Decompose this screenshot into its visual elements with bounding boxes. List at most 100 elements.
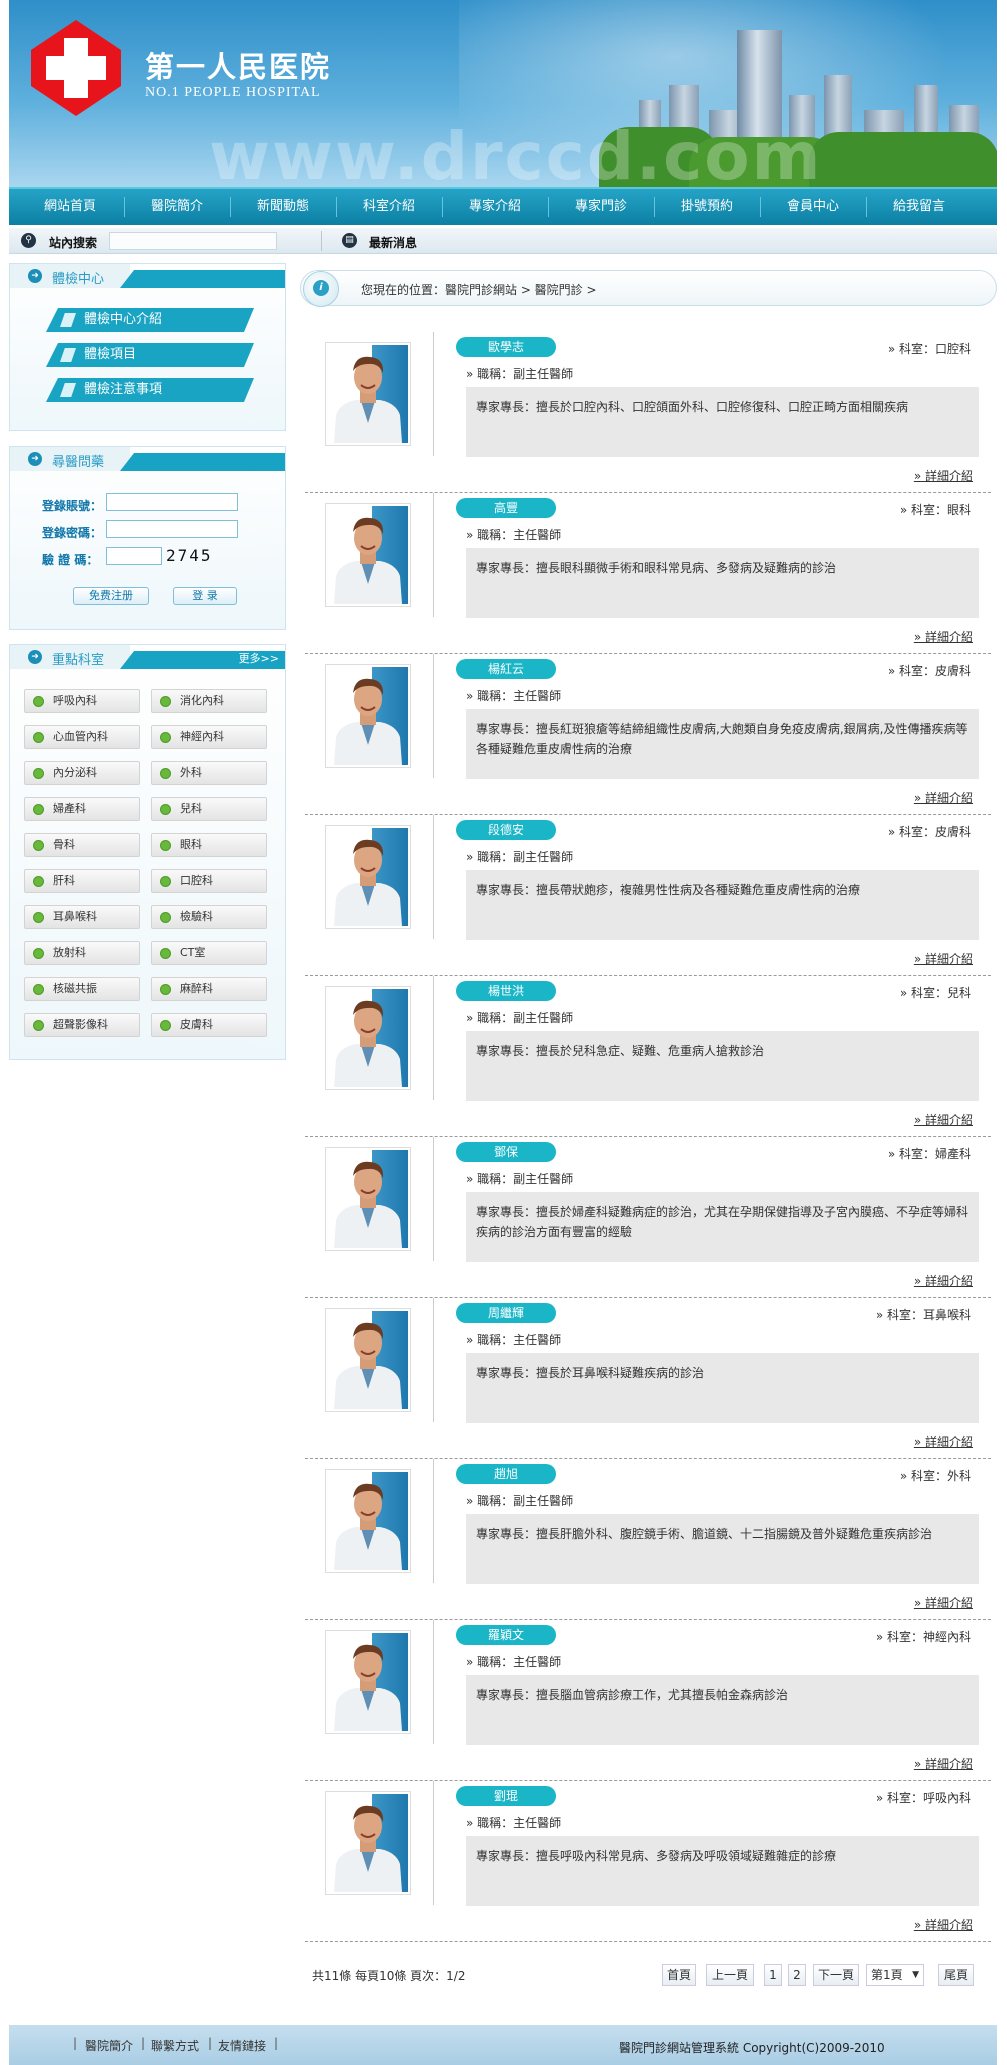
- header-banner: 第一人民医院 NO.1 PEOPLE HOSPITAL www.drccd.co…: [9, 0, 997, 187]
- divider: [321, 231, 322, 251]
- nav-message[interactable]: 給我留言: [866, 189, 972, 225]
- expert-specialty: 專家專長：擅長呼吸內科常見病、多發病及呼吸領域疑難雜症的診療: [466, 1836, 979, 1906]
- dept-button[interactable]: 兒科: [151, 797, 267, 821]
- nav-home[interactable]: 網站首頁: [17, 189, 123, 225]
- details-link[interactable]: » 詳細介紹: [914, 1594, 973, 1611]
- details-link[interactable]: » 詳細介紹: [914, 950, 973, 967]
- hospital-cross-logo: [31, 20, 121, 116]
- dept-button[interactable]: 骨科: [24, 833, 140, 857]
- footer-link-about[interactable]: 醫院簡介: [85, 2037, 133, 2054]
- dept-button[interactable]: 呼吸內科: [24, 689, 140, 713]
- dept-button[interactable]: 核磁共振: [24, 977, 140, 1001]
- details-link[interactable]: » 詳細介紹: [914, 1755, 973, 1772]
- details-link[interactable]: » 詳細介紹: [914, 1433, 973, 1450]
- search-input[interactable]: [109, 232, 277, 250]
- dept-button[interactable]: 肝科: [24, 869, 140, 893]
- dept-label: 兒科: [180, 802, 202, 815]
- expert-item: 鄧保 » 科室：婦產科 » 職稱：副主任醫師 專家專長：擅長於婦產科疑難病症的診…: [305, 1137, 991, 1298]
- details-link[interactable]: » 詳細介紹: [914, 628, 973, 645]
- expert-specialty: 專家專長：擅長肝膽外科、腹腔鏡手術、膽道鏡、十二指腸鏡及普外疑難危重疾病診治: [466, 1514, 979, 1584]
- breadcrumb: i 您現在的位置：醫院門診網站 > 醫院門診 >: [300, 270, 997, 307]
- expert-name[interactable]: 歐學志: [456, 337, 556, 357]
- expert-name[interactable]: 段德安: [456, 820, 556, 840]
- expert-department: » 科室：耳鼻喉科: [875, 1308, 971, 1322]
- last-page-button[interactable]: 尾頁: [938, 1964, 974, 1986]
- expert-name[interactable]: 楊世洪: [456, 981, 556, 1001]
- dept-button[interactable]: 神經內科: [151, 725, 267, 749]
- divider: [433, 332, 434, 456]
- doctor-photo: [325, 1469, 411, 1573]
- dept-button[interactable]: 消化內科: [151, 689, 267, 713]
- dept-button[interactable]: 外科: [151, 761, 267, 785]
- nav-experts[interactable]: 專家介紹: [442, 189, 548, 225]
- exam-items-link[interactable]: 體檢項目: [46, 343, 254, 367]
- page-1-button[interactable]: 1: [764, 1964, 782, 1986]
- password-input[interactable]: [106, 520, 238, 538]
- expert-name[interactable]: 鄧保: [456, 1142, 556, 1162]
- dot-icon: [33, 948, 44, 959]
- nav-expert-clinic[interactable]: 專家門診: [548, 189, 654, 225]
- account-input[interactable]: [106, 493, 238, 511]
- dept-label: CT室: [180, 946, 206, 959]
- dot-icon: [33, 876, 44, 887]
- expert-name[interactable]: 趙旭: [456, 1464, 556, 1484]
- more-departments-link[interactable]: 更多>>: [239, 650, 279, 666]
- details-link[interactable]: » 詳細介紹: [914, 1111, 973, 1128]
- first-page-button[interactable]: 首頁: [662, 1964, 696, 1986]
- dept-label: 檢驗科: [180, 910, 213, 923]
- dept-button[interactable]: 口腔科: [151, 869, 267, 893]
- page-2-button[interactable]: 2: [788, 1964, 806, 1986]
- dept-label: 超聲影像科: [53, 1018, 108, 1031]
- footer-link-contact[interactable]: 聯繫方式: [151, 2037, 199, 2054]
- nav-member[interactable]: 會員中心: [760, 189, 866, 225]
- nav-departments[interactable]: 科室介紹: [336, 189, 442, 225]
- expert-name[interactable]: 周繼輝: [456, 1303, 556, 1323]
- expert-title: » 職稱：副主任醫師: [466, 367, 574, 381]
- expert-specialty: 專家專長：擅長於兒科急症、疑難、危重病人搶救診治: [466, 1031, 979, 1101]
- expert-name[interactable]: 劉琨: [456, 1786, 556, 1806]
- search-label: 站內搜索: [49, 236, 98, 250]
- details-link[interactable]: » 詳細介紹: [914, 1916, 973, 1933]
- dept-button[interactable]: 耳鼻喉科: [24, 905, 140, 929]
- details-link[interactable]: » 詳細介紹: [914, 1272, 973, 1289]
- dept-button[interactable]: 麻醉科: [151, 977, 267, 1001]
- footer-link-friends[interactable]: 友情鏈接: [218, 2037, 266, 2054]
- dept-button[interactable]: 放射科: [24, 941, 140, 965]
- expert-title: » 職稱：主任醫師: [466, 528, 562, 542]
- nav-appointment[interactable]: 掛號預約: [654, 189, 760, 225]
- exam-notes-link[interactable]: 體檢注意事項: [46, 378, 254, 402]
- dept-button[interactable]: 檢驗科: [151, 905, 267, 929]
- details-link[interactable]: » 詳細介紹: [914, 467, 973, 484]
- login-button[interactable]: 登 录: [173, 587, 237, 605]
- doctor-photo: [325, 664, 411, 768]
- divider: [433, 976, 434, 1100]
- next-page-button[interactable]: 下一頁: [813, 1964, 859, 1986]
- expert-name[interactable]: 高豐: [456, 498, 556, 518]
- dept-button[interactable]: 內分泌科: [24, 761, 140, 785]
- expert-title: » 職稱：主任醫師: [466, 1655, 562, 1669]
- divider: [433, 1298, 434, 1422]
- doctor-photo: [325, 342, 411, 446]
- expert-item: 周繼輝 » 科室：耳鼻喉科 » 職稱：主任醫師 專家專長：擅長於耳鼻喉科疑難疾病…: [305, 1298, 991, 1459]
- departments-title: 重點科室: [52, 653, 105, 668]
- dept-button[interactable]: 超聲影像科: [24, 1013, 140, 1037]
- dept-button[interactable]: 眼科: [151, 833, 267, 857]
- prev-page-button[interactable]: 上一頁: [706, 1964, 754, 1986]
- details-link[interactable]: » 詳細介紹: [914, 789, 973, 806]
- dept-label: 婦產科: [53, 802, 86, 815]
- watermark-text: www.drccd.com: [209, 118, 823, 187]
- nav-news[interactable]: 新聞動態: [230, 189, 336, 225]
- expert-name[interactable]: 楊紅云: [456, 659, 556, 679]
- dept-label: 皮膚科: [180, 1018, 213, 1031]
- expert-name[interactable]: 羅穎文: [456, 1625, 556, 1645]
- exam-intro-link[interactable]: 體檢中心介紹: [46, 308, 254, 332]
- dept-button[interactable]: 婦產科: [24, 797, 140, 821]
- nav-about[interactable]: 醫院簡介: [124, 189, 230, 225]
- captcha-input[interactable]: [106, 547, 162, 565]
- page-select[interactable]: 第1頁 ▼: [866, 1964, 924, 1986]
- dept-button[interactable]: 心血管內科: [24, 725, 140, 749]
- divider: [433, 654, 434, 778]
- dept-button[interactable]: 皮膚科: [151, 1013, 267, 1037]
- register-button[interactable]: 免费注册: [73, 587, 149, 605]
- dept-button[interactable]: CT室: [151, 941, 267, 965]
